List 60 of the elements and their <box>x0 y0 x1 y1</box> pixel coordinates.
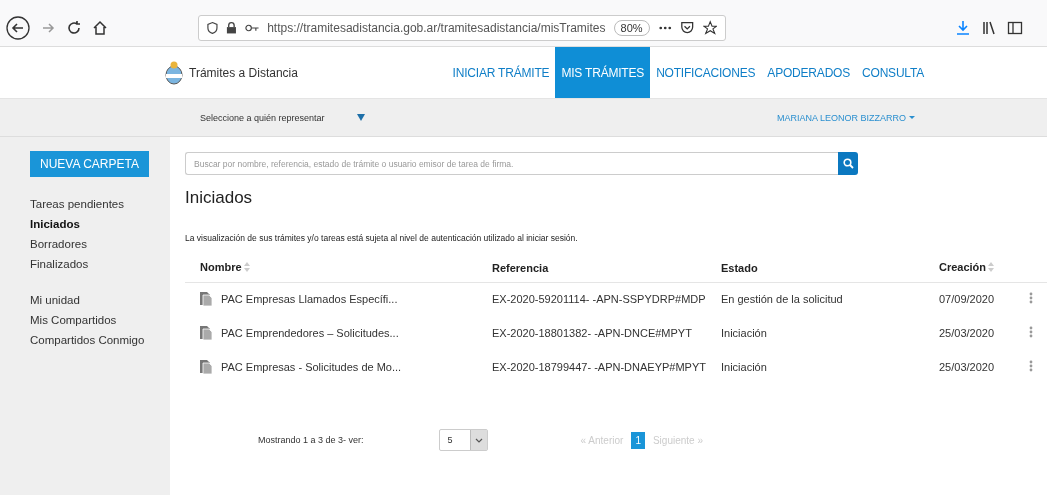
table-cell: Iniciación <box>721 361 767 374</box>
document-icon <box>200 360 212 375</box>
sidebar-item[interactable]: Mis Compartidos <box>30 314 117 326</box>
address-bar[interactable]: https://tramitesadistancia.gob.ar/tramitesadistancia/misTramites 80% <box>198 15 726 41</box>
page-heading: Iniciados <box>185 188 254 208</box>
url-text: https://tramitesadistancia.gob.ar/tramitesadistancia/misTramites <box>267 21 606 35</box>
sidebar-item[interactable]: Tareas pendientes <box>30 198 124 210</box>
sidebar-icon[interactable] <box>1007 20 1023 36</box>
home-icon[interactable] <box>92 20 108 36</box>
key-icon <box>244 23 260 33</box>
notice-text: La visualización de sus trámites y/o tareas está sujeta al nivel de autenticación utilizado al iniciar sesión. <box>185 233 579 243</box>
reload-icon[interactable] <box>66 20 82 36</box>
library-icon[interactable] <box>981 20 997 36</box>
table-cell: Iniciación <box>721 327 767 340</box>
table-cell: 25/03/2020 <box>939 327 995 340</box>
table-cell: EX-2020-18799447- -APN-DNAEYP#MPYT <box>492 361 706 374</box>
sidebar-item[interactable]: Compartidos Conmigo <box>30 334 145 346</box>
nav-tab[interactable]: MIS TRÁMITES <box>555 47 651 98</box>
search-button[interactable] <box>838 152 858 175</box>
pocket-icon[interactable] <box>680 20 695 36</box>
represent-label: Seleccione a quién representar <box>200 112 326 123</box>
download-icon[interactable] <box>955 20 971 36</box>
sidebar-item[interactable]: Finalizados <box>30 258 89 270</box>
nav-tab[interactable]: INICIAR TRÁMITE <box>446 47 556 98</box>
chevron-down-icon <box>474 437 483 443</box>
search-icon <box>842 158 854 169</box>
sidebar-item[interactable]: Iniciados <box>30 218 80 230</box>
document-icon <box>200 292 212 307</box>
shield-icon <box>207 21 218 35</box>
table-cell[interactable]: PAC Empresas - Solicitudes de Mo... <box>221 361 402 374</box>
nav-tab[interactable]: NOTIFICACIONES <box>650 47 762 98</box>
kebab-menu-icon[interactable] <box>1029 326 1033 339</box>
lock-icon <box>225 21 237 35</box>
back-icon[interactable] <box>6 16 30 40</box>
table-cell[interactable]: PAC Empresas Llamados Específi... <box>221 293 398 306</box>
column-header[interactable]: Creación <box>939 261 987 273</box>
page-size-select[interactable]: 5 <box>438 429 488 452</box>
document-icon <box>200 326 212 341</box>
column-header[interactable]: Nombre <box>200 261 242 273</box>
column-header[interactable]: Estado <box>721 261 758 274</box>
results-summary: Mostrando 1 a 3 de 3- ver: <box>258 435 364 446</box>
table-cell: EX-2020-18801382- -APN-DNCE#MPYT <box>492 327 692 340</box>
caret-icon[interactable] <box>909 116 915 119</box>
table-cell: 25/03/2020 <box>939 361 995 374</box>
site-title[interactable]: Trámites a Distancia <box>189 65 298 80</box>
sidebar-item[interactable]: Mi unidad <box>30 294 80 306</box>
kebab-menu-icon[interactable] <box>1029 360 1033 373</box>
coat-of-arms-icon <box>165 60 183 85</box>
star-icon[interactable] <box>702 20 717 36</box>
sidebar-item[interactable]: Borradores <box>30 238 87 250</box>
column-header[interactable]: Referencia <box>492 261 549 274</box>
table-cell: EX-2020-59201114- -APN-SSPYDRP#MDP <box>492 293 706 306</box>
dropdown-caret-icon[interactable] <box>357 114 365 121</box>
search-field[interactable]: Buscar por nombre, referencia, estado de trámite o usuario emisor de tarea de firma. <box>185 152 838 175</box>
table-cell[interactable]: PAC Emprendedores – Solicitudes... <box>221 327 399 340</box>
kebab-menu-icon[interactable] <box>1029 292 1033 305</box>
table-cell: 07/09/2020 <box>939 293 995 306</box>
table-cell: En gestión de la solicitud <box>721 293 843 306</box>
nav-tab[interactable]: APODERADOS <box>761 47 857 98</box>
nav-tab[interactable]: CONSULTA <box>856 47 930 98</box>
